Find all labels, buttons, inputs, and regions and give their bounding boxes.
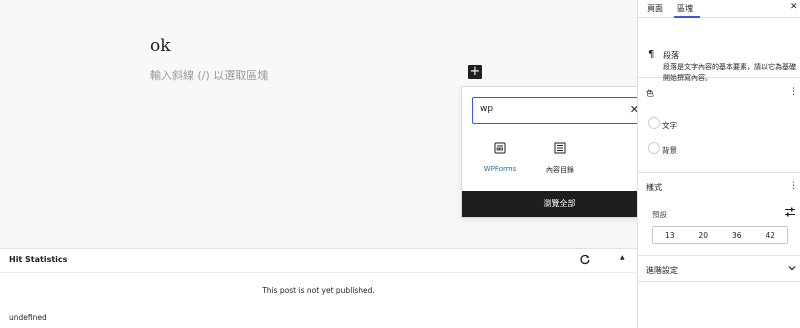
block-inserter-toggle-button[interactable]: + (468, 65, 482, 79)
post-title[interactable]: ok (150, 36, 171, 56)
font-size-label: 預設 (652, 210, 667, 219)
advanced-panel[interactable]: 進階設定 (638, 256, 800, 282)
background-color-option[interactable]: 背景 (652, 145, 677, 156)
font-size-picker: 13 20 36 42 (652, 226, 788, 244)
typography-panel-title: 樣式 (646, 183, 662, 192)
block-card-title: 段落 (663, 51, 679, 60)
font-size-option[interactable]: 13 (653, 227, 687, 243)
metabox-title: Hit Statistics (9, 255, 68, 264)
table-of-contents-icon (554, 142, 566, 154)
block-search-field[interactable]: ✕ (472, 97, 648, 124)
block-result-table-of-contents[interactable]: 內容目錄 (530, 142, 590, 175)
block-result-label: 內容目錄 (546, 166, 574, 174)
metabox-status-text: This post is not yet published. (262, 286, 375, 295)
color-options-icon[interactable]: ⋮ (789, 87, 798, 97)
font-size-option[interactable]: 36 (720, 227, 754, 243)
tab-page[interactable]: 頁面 (647, 3, 663, 14)
metabox-footer-text: undefined (9, 313, 47, 322)
paragraph-icon: ¶ (648, 49, 655, 60)
browse-all-button[interactable]: 瀏覽全部 (462, 191, 657, 217)
custom-size-settings-icon[interactable] (784, 206, 796, 218)
font-size-option[interactable]: 42 (754, 227, 788, 243)
typography-options-icon[interactable]: ⋮ (789, 181, 798, 191)
wpforms-icon (494, 142, 506, 154)
refresh-icon[interactable] (579, 253, 591, 265)
hit-statistics-metabox: Hit Statistics ▲ This post is not yet pu… (0, 248, 637, 328)
typography-panel: 樣式 ⋮ 預設 13 20 36 42 (638, 173, 800, 256)
block-placeholder[interactable]: 輸入斜線 (/) 以選取區塊 (150, 67, 268, 83)
color-option-label: 文字 (662, 121, 677, 130)
font-size-option[interactable]: 20 (687, 227, 721, 243)
block-result-label: WPForms (483, 165, 517, 173)
block-inserter-popover: ✕ WPForms 內容目錄 瀏覽全部 (461, 86, 658, 218)
color-panel: 色 ⋮ 文字 背景 (638, 79, 800, 173)
close-sidebar-icon[interactable]: ✕ (790, 2, 798, 12)
collapse-metabox-icon[interactable]: ▲ (620, 254, 625, 261)
sidebar-tabs: 頁面 區塊 ✕ (638, 0, 800, 18)
block-card: ¶ 段落 段落是文字內容的基本要素，請以它為基礎開始撰寫內容。 (638, 18, 800, 82)
block-result-wpforms[interactable]: WPForms (470, 142, 530, 173)
tab-block[interactable]: 區塊 (677, 3, 693, 14)
settings-sidebar: 頁面 區塊 ✕ ¶ 段落 段落是文字內容的基本要素，請以它為基礎開始撰寫內容。 … (637, 0, 800, 328)
chevron-down-icon (788, 266, 796, 271)
advanced-panel-title: 進階設定 (646, 266, 678, 275)
text-color-option[interactable]: 文字 (652, 120, 677, 131)
block-search-input[interactable] (480, 104, 620, 114)
color-option-label: 背景 (662, 146, 677, 155)
color-panel-title: 色 (646, 89, 654, 98)
metabox-header: Hit Statistics ▲ (0, 249, 637, 273)
